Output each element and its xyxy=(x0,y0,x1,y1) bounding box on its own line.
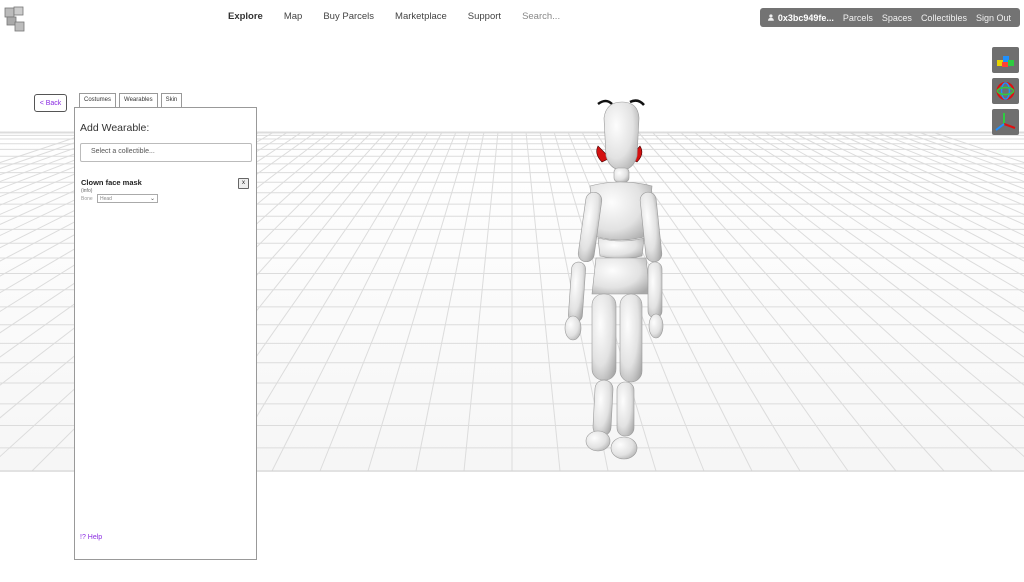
clown-mask-left-brow xyxy=(597,99,613,106)
wearable-item: Clown face mask (info) Bone Head ⌄ x xyxy=(81,178,251,208)
left-shin xyxy=(592,379,614,437)
account-spaces[interactable]: Spaces xyxy=(882,13,912,23)
move-blocks-button[interactable] xyxy=(992,47,1019,73)
chevron-down-icon: ⌄ xyxy=(149,196,155,202)
right-forearm xyxy=(647,261,663,319)
account-parcels[interactable]: Parcels xyxy=(843,13,873,23)
right-foot xyxy=(610,436,638,460)
avatar-editor-page: Explore Map Buy Parcels Marketplace Supp… xyxy=(0,0,1024,582)
axis-gizmo-icon xyxy=(995,113,1016,131)
nav-map[interactable]: Map xyxy=(284,11,302,22)
axis-gizmo-button[interactable] xyxy=(992,109,1019,135)
nav-buy-parcels[interactable]: Buy Parcels xyxy=(323,11,374,22)
left-thigh xyxy=(591,293,617,381)
right-thigh xyxy=(619,293,643,383)
wearables-panel: Add Wearable: Select a collectible... Cl… xyxy=(74,107,257,560)
rotate-gizmo-icon xyxy=(996,82,1015,100)
tab-wearables[interactable]: Wearables xyxy=(119,93,158,108)
search-link[interactable]: Search... xyxy=(522,11,560,22)
left-hand xyxy=(564,315,582,341)
remove-wearable-button[interactable]: x xyxy=(238,178,249,189)
account-collectibles[interactable]: Collectibles xyxy=(921,13,967,23)
bone-select[interactable]: Head ⌄ xyxy=(97,194,158,203)
top-navigation: Explore Map Buy Parcels Marketplace Supp… xyxy=(0,0,1024,36)
cube-stack-logo-icon[interactable] xyxy=(4,6,26,32)
pelvis xyxy=(591,257,651,295)
bone-select-value: Head xyxy=(100,196,112,202)
head xyxy=(603,101,640,171)
nav-explore[interactable]: Explore xyxy=(228,11,263,22)
nav-support[interactable]: Support xyxy=(468,11,501,22)
left-foot xyxy=(585,430,611,452)
main-nav: Explore Map Buy Parcels Marketplace Supp… xyxy=(228,11,581,22)
wearable-name: Clown face mask xyxy=(81,178,142,187)
wallet-address[interactable]: 0x3bc949fe... xyxy=(778,13,834,23)
sign-out-link[interactable]: Sign Out xyxy=(976,13,1011,23)
collectible-select[interactable]: Select a collectible... xyxy=(80,143,252,162)
tab-skin[interactable]: Skin xyxy=(160,93,183,107)
nav-marketplace[interactable]: Marketplace xyxy=(395,11,447,22)
editor-tabs: Costumes Wearables Skin xyxy=(79,93,183,108)
neck xyxy=(613,167,630,183)
user-icon xyxy=(768,14,774,21)
back-button[interactable]: < Back xyxy=(34,94,67,112)
abdomen xyxy=(597,237,645,259)
wearable-info-link[interactable]: (info) xyxy=(81,188,92,194)
tab-costumes[interactable]: Costumes xyxy=(79,93,117,107)
help-link[interactable]: !? Help xyxy=(80,534,102,541)
account-bar: 0x3bc949fe... Parcels Spaces Collectible… xyxy=(760,8,1020,27)
bone-label: Bone xyxy=(81,196,93,202)
right-hand xyxy=(648,313,664,339)
panel-title: Add Wearable: xyxy=(80,122,150,134)
right-shin xyxy=(616,381,635,437)
rotate-gizmo-button[interactable] xyxy=(992,78,1019,104)
move-blocks-icon xyxy=(997,56,1014,67)
